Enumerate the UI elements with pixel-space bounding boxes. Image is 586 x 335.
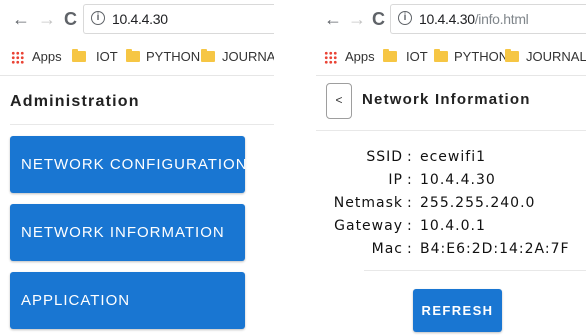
folder-icon — [434, 49, 448, 62]
info-icon[interactable]: i — [398, 11, 412, 25]
chrome-divider — [0, 75, 274, 76]
folder-icon — [72, 49, 86, 62]
apps-grid-icon[interactable] — [11, 51, 24, 64]
back-button[interactable]: < — [326, 83, 352, 119]
back-arrow-icon[interactable]: ← — [324, 8, 342, 30]
address-bar[interactable]: i 10.4.4.30/info.html — [390, 4, 586, 34]
info-colon: : — [407, 149, 413, 165]
back-arrow-icon[interactable]: ← — [12, 8, 30, 30]
info-label: Mac — [371, 241, 403, 257]
folder-icon — [505, 49, 519, 62]
info-value: 10.4.0.1 — [420, 218, 486, 234]
info-value: 10.4.4.30 — [420, 172, 496, 188]
bookmarks-bar: Apps IOT PYTHON JOURNALS8 — [0, 40, 274, 74]
folder-icon — [383, 49, 397, 62]
info-divider — [364, 270, 586, 271]
apps-grid-icon[interactable] — [324, 51, 337, 64]
folder-icon — [126, 49, 140, 62]
bookmark-apps[interactable]: Apps — [345, 49, 375, 64]
address-bar[interactable]: i 10.4.4.30 — [83, 4, 274, 34]
forward-arrow-icon[interactable]: → — [38, 8, 56, 30]
page-title: Network Information — [362, 91, 531, 108]
bookmark-iot[interactable]: IOT — [96, 49, 118, 64]
info-value: B4:E6:2D:14:2A:7F — [420, 241, 570, 257]
info-label: Gateway — [334, 218, 403, 234]
url-text: 10.4.4.30/info.html — [419, 11, 529, 27]
reload-icon[interactable]: C — [64, 8, 77, 30]
info-icon[interactable]: i — [91, 11, 105, 25]
bookmark-journals[interactable]: JOURNALS8 — [222, 49, 274, 64]
network-information-button[interactable]: NETWORK INFORMATION — [10, 204, 245, 261]
info-label: SSID — [366, 149, 403, 165]
page-title: Administration — [10, 93, 140, 110]
reload-icon[interactable]: C — [372, 8, 385, 30]
browser-chrome: ← → C i 10.4.4.30 Apps IOT PYTHON JOURNA… — [0, 0, 274, 76]
forward-arrow-icon[interactable]: → — [348, 8, 366, 30]
bookmark-python[interactable]: PYTHON — [454, 49, 508, 64]
chrome-divider — [316, 75, 586, 76]
url-path: /info.html — [474, 11, 529, 27]
info-colon: : — [407, 218, 413, 234]
bookmark-apps[interactable]: Apps — [32, 49, 62, 64]
refresh-button[interactable]: REFRESH — [413, 289, 502, 332]
right-browser-window: ← → C i 10.4.4.30/info.html Apps IOT PYT… — [316, 0, 586, 335]
network-configuration-button[interactable]: NETWORK CONFIGURATION — [10, 136, 247, 193]
folder-icon — [201, 49, 215, 62]
left-browser-window: ← → C i 10.4.4.30 Apps IOT PYTHON JOURNA… — [0, 0, 274, 335]
info-label: IP — [388, 172, 403, 188]
info-colon: : — [407, 195, 413, 211]
bookmark-journals[interactable]: JOURNALS8 — [526, 49, 586, 64]
bookmark-python[interactable]: PYTHON — [146, 49, 200, 64]
title-divider — [10, 124, 274, 125]
info-value: ecewifi1 — [420, 149, 486, 165]
info-colon: : — [407, 172, 413, 188]
bookmarks-bar: Apps IOT PYTHON JOURNALS8 — [316, 40, 586, 74]
bookmark-iot[interactable]: IOT — [406, 49, 428, 64]
application-button[interactable]: APPLICATION — [10, 272, 245, 329]
url-text: 10.4.4.30 — [112, 11, 168, 27]
navigation-bar: ← → C i 10.4.4.30/info.html — [316, 0, 586, 40]
title-divider — [316, 130, 586, 131]
browser-chrome: ← → C i 10.4.4.30/info.html Apps IOT PYT… — [316, 0, 586, 76]
info-label: Netmask — [333, 195, 403, 211]
info-colon: : — [407, 241, 413, 257]
navigation-bar: ← → C i 10.4.4.30 — [0, 0, 274, 40]
info-value: 255.255.240.0 — [420, 195, 536, 211]
url-host: 10.4.4.30 — [419, 11, 475, 27]
